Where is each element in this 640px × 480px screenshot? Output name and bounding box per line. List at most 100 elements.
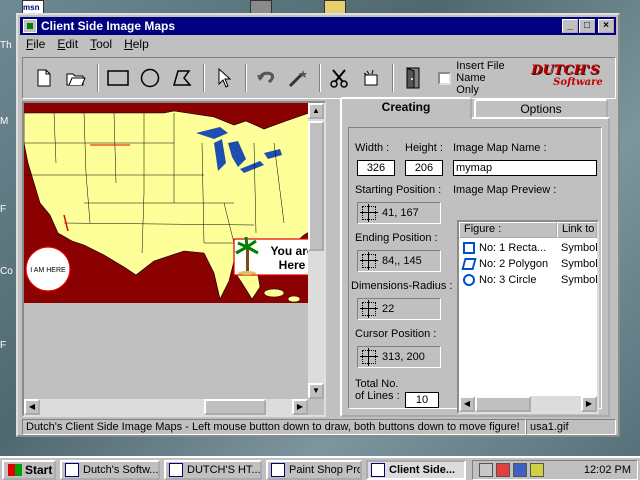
close-button[interactable]: ×	[598, 19, 614, 33]
tray-shield-icon[interactable]	[496, 463, 510, 477]
new-file-icon[interactable]	[31, 65, 57, 91]
crosshair-icon	[360, 204, 378, 222]
desktop-edge-label: Co	[0, 266, 13, 277]
list-horizontal-scrollbar[interactable]: ◀ ▶	[459, 396, 597, 412]
menu-file[interactable]: File	[26, 37, 45, 55]
image-map-preview-label: Image Map Preview :	[453, 184, 557, 196]
paint-shop-pro-icon	[271, 463, 285, 477]
circle-shape-icon	[463, 274, 475, 286]
exit-door-icon[interactable]	[400, 65, 426, 91]
scroll-right-button[interactable]: ▶	[292, 399, 308, 415]
list-header: Figure : Link to g	[459, 222, 597, 238]
circle-tool-icon[interactable]	[137, 65, 163, 91]
window-title: Client Side Image Maps	[41, 19, 176, 33]
rectangle-shape-icon	[463, 242, 475, 254]
task-client-side[interactable]: Client Side...	[366, 460, 466, 480]
toolbar-separator	[202, 64, 205, 92]
list-item[interactable]: No: 3 Circle Symbolic	[459, 272, 597, 288]
canvas-horizontal-scrollbar[interactable]: ◀ ▶	[24, 399, 308, 415]
scroll-down-button[interactable]: ▼	[308, 383, 324, 399]
start-button[interactable]: Start	[2, 460, 56, 480]
tab-options[interactable]: Options	[474, 99, 608, 119]
horizontal-scroll-thumb[interactable]	[204, 399, 266, 415]
starting-position-value: 41, 167	[382, 207, 419, 219]
width-field[interactable]: 326	[357, 160, 395, 176]
polygon-shape-icon	[461, 258, 477, 270]
callout-line-2: Here	[279, 258, 306, 272]
menu-edit[interactable]: Edit	[57, 37, 78, 55]
scrollbar-corner	[308, 399, 324, 415]
dimensions-radius-readout: 22	[357, 298, 441, 320]
toolbar-separator	[244, 64, 247, 92]
i-am-here-text: I AM HERE	[30, 267, 66, 274]
tray-tool-icon[interactable]	[479, 463, 493, 477]
insert-icon[interactable]	[358, 65, 384, 91]
pointer-icon[interactable]	[211, 65, 237, 91]
task-dutchs-software[interactable]: Dutch's Softw...	[60, 460, 160, 480]
height-field[interactable]: 206	[405, 160, 443, 176]
desktop-edge-label: F	[0, 340, 7, 351]
desktop-edge-label: Th	[0, 40, 12, 51]
column-header-figure[interactable]: Figure :	[459, 222, 557, 238]
open-folder-icon[interactable]	[63, 65, 89, 91]
app-icon[interactable]	[23, 19, 37, 33]
list-item[interactable]: No: 1 Recta... Symbolic	[459, 240, 597, 256]
menu-bar: File Edit Tool Help	[22, 37, 149, 55]
title-bar[interactable]: Client Side Image Maps _ □ ×	[20, 17, 616, 35]
scroll-up-button[interactable]: ▲	[308, 103, 324, 119]
insert-file-checkbox[interactable]	[438, 71, 452, 85]
toolbar-separator	[318, 64, 321, 92]
magic-wand-icon[interactable]	[285, 65, 311, 91]
dimensions-radius-label: Dimensions-Radius :	[351, 280, 453, 292]
tray-volume-icon[interactable]	[530, 463, 544, 477]
image-maps-icon	[371, 463, 385, 477]
clock[interactable]: 12:02 PM	[584, 464, 631, 476]
msn-label: msn	[23, 3, 40, 12]
dimensions-radius-value: 22	[382, 303, 395, 315]
undo-icon[interactable]	[253, 65, 279, 91]
list-scroll-right-button[interactable]: ▶	[581, 396, 597, 412]
image-canvas[interactable]: I AM HERE You are Here ▲ ▼ ◀ ▶	[22, 101, 326, 417]
task-dutchs-html[interactable]: DUTCH'S HT...	[164, 460, 262, 480]
image-map-name-input[interactable]: mymap	[453, 160, 597, 176]
taskbar: Start Dutch's Softw... DUTCH'S HT... Pai…	[0, 456, 640, 480]
dutchs-software-logo: DUTCH'S Software	[531, 63, 603, 88]
rectangle-tool-icon[interactable]	[105, 65, 131, 91]
insert-file-name-only[interactable]: Insert File Name Only	[438, 60, 511, 96]
list-item[interactable]: No: 2 Polygon Symbolic	[459, 256, 597, 272]
scroll-left-button[interactable]: ◀	[24, 399, 40, 415]
ending-position-readout: 84,, 145	[357, 250, 441, 272]
menu-help[interactable]: Help	[124, 37, 149, 55]
cursor-icon	[360, 348, 378, 366]
usa-map-image[interactable]: I AM HERE You are Here	[24, 103, 324, 303]
creating-panel: Width : 326 Height : 206 Image Map Name …	[340, 117, 610, 417]
menu-tool[interactable]: Tool	[90, 37, 112, 55]
canvas-vertical-scrollbar[interactable]: ▲ ▼	[308, 103, 324, 399]
total-lines-label: Total No. of Lines :	[355, 378, 400, 402]
insert-file-label: Insert File Name Only	[456, 60, 505, 96]
ending-position-value: 84,, 145	[382, 255, 422, 267]
cursor-position-label: Cursor Position :	[355, 328, 437, 340]
task-paint-shop-pro[interactable]: Paint Shop Pro	[266, 460, 362, 480]
vertical-scroll-thumb[interactable]	[308, 121, 324, 251]
toolbar: Insert File Name Only DUTCH'S Software	[22, 57, 616, 99]
system-tray: 12:02 PM	[472, 460, 638, 480]
starting-position-readout: 41, 167	[357, 202, 441, 224]
minimize-button[interactable]: _	[562, 19, 578, 33]
polygon-tool-icon[interactable]	[169, 65, 195, 91]
maximize-button[interactable]: □	[579, 19, 595, 33]
tray-network-icon[interactable]	[513, 463, 527, 477]
column-header-link[interactable]: Link to g	[557, 222, 597, 238]
cursor-position-value: 313, 200	[382, 351, 425, 363]
window-controls: _ □ ×	[561, 19, 614, 33]
list-scroll-left-button[interactable]: ◀	[459, 396, 475, 412]
tab-strip: Creating Options	[340, 97, 610, 119]
image-map-preview-list[interactable]: Figure : Link to g No: 1 Recta... Symbol…	[457, 220, 599, 414]
desktop-edge-label: F	[0, 204, 7, 215]
cut-icon[interactable]	[327, 65, 353, 91]
list-scroll-thumb[interactable]	[475, 396, 531, 412]
tab-creating[interactable]: Creating	[340, 97, 472, 119]
starting-position-label: Starting Position :	[355, 184, 442, 196]
toolbar-separator	[392, 64, 395, 92]
creating-group: Width : 326 Height : 206 Image Map Name …	[348, 127, 602, 414]
